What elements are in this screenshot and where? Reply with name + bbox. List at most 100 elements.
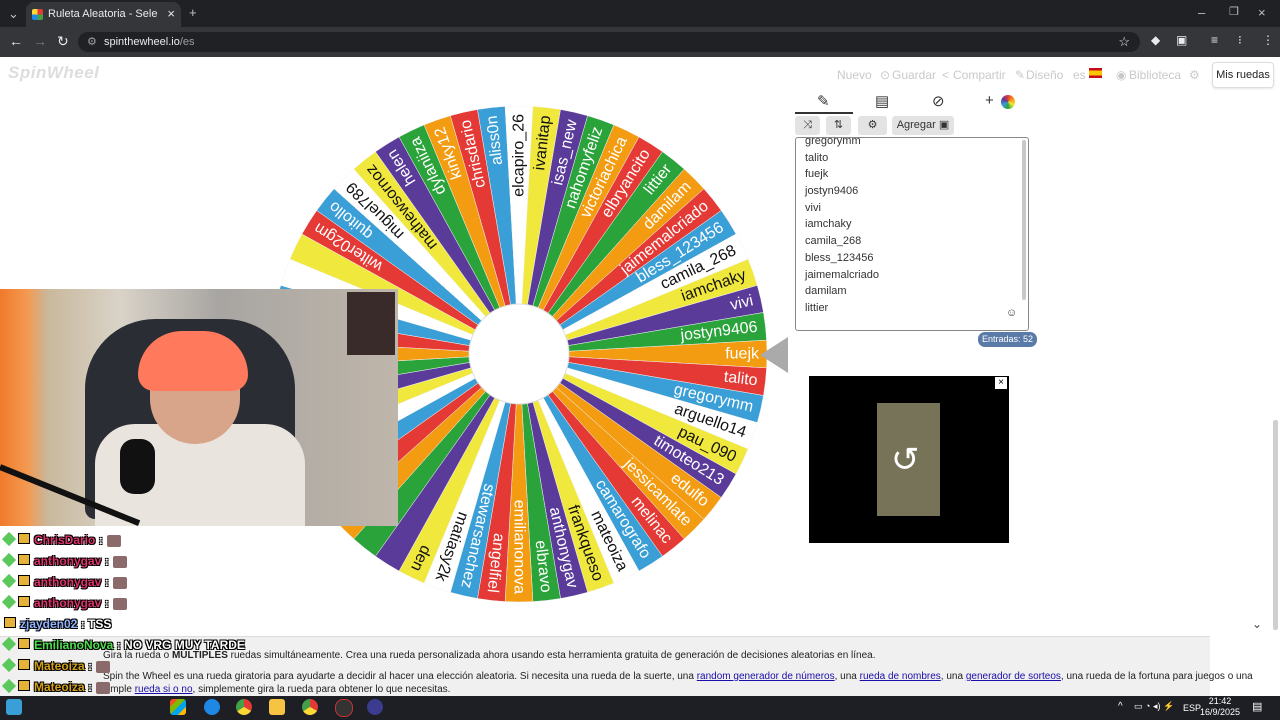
entry-settings-icon[interactable]: ⚙ — [858, 116, 887, 135]
design-icon[interactable]: ✎ — [1015, 68, 1025, 82]
wheel-segment-label: elcapiro_26 — [511, 114, 528, 197]
obs-icon[interactable] — [335, 699, 353, 717]
entry-line[interactable]: damilam — [805, 283, 879, 300]
color-wheel-icon[interactable] — [1001, 95, 1015, 109]
chrome-icon[interactable] — [236, 699, 252, 715]
add-plus-icon[interactable]: + — [985, 92, 994, 109]
chat-username: ChrisDario — [34, 533, 96, 547]
nav-language[interactable]: es — [1073, 68, 1086, 82]
chat-message: ChrisDario : — [1, 531, 121, 547]
entry-line[interactable]: vivi — [805, 200, 879, 217]
sort-icon[interactable]: ⇅ — [826, 116, 851, 135]
reading-list-icon[interactable]: ≡ — [1211, 33, 1218, 47]
clipboard-icon[interactable]: ▤ — [875, 92, 889, 110]
edge-icon[interactable] — [204, 699, 220, 715]
settings-gear-icon[interactable]: ⚙ — [1189, 68, 1200, 82]
entry-line[interactable]: talito — [805, 150, 879, 167]
chevron-down-icon[interactable]: ⌄ — [1252, 617, 1262, 631]
nav-design[interactable]: Diseño — [1026, 68, 1063, 82]
my-wheels-button[interactable]: Mis ruedas — [1212, 62, 1274, 88]
close-tab-icon[interactable]: × — [167, 6, 175, 21]
keyboard-language[interactable]: ESP — [1183, 703, 1201, 713]
chat-text: : — [88, 680, 93, 694]
chat-emote-icon — [106, 534, 121, 547]
chat-badge-icon — [18, 680, 30, 691]
replay-icon[interactable]: ↺ — [891, 440, 920, 480]
active-tab-indicator — [795, 112, 853, 114]
windows-start-icon[interactable] — [170, 699, 186, 715]
notifications-icon[interactable]: ▤ — [1252, 700, 1262, 713]
shuffle-icon[interactable]: ⤨ — [795, 116, 820, 135]
site-info-icon[interactable]: ⚙ — [87, 35, 97, 48]
link-name-wheel[interactable]: rueda de nombres — [860, 671, 941, 682]
bookmark-star-icon[interactable]: ☆ — [1118, 34, 1130, 50]
page-scrollbar[interactable] — [1273, 420, 1278, 630]
entry-line[interactable]: jostyn9406 — [805, 183, 879, 200]
reload-icon[interactable]: ↻ — [57, 33, 69, 50]
tray-arrow-icon[interactable]: ^ — [1118, 701, 1123, 712]
site-logo[interactable]: SpinWheel — [8, 63, 99, 83]
puzzle-icon[interactable]: ▣ — [1176, 33, 1187, 47]
entry-line[interactable]: fuejk — [805, 166, 879, 183]
tray-icons[interactable]: ▭ ◔ ◂) ⚡ — [1134, 701, 1174, 712]
chat-username: Mateoiza — [34, 659, 85, 673]
add-image-button[interactable]: Agregar ▣ — [892, 116, 954, 135]
app-icon[interactable] — [367, 699, 383, 715]
chat-badge-icon — [1, 657, 17, 673]
chat-badge-icon — [1, 573, 17, 589]
link-yes-no-wheel[interactable]: rueda si o no — [135, 684, 193, 695]
wheel-pointer-icon — [760, 337, 788, 373]
nav-new[interactable]: Nuevo — [837, 68, 872, 82]
file-explorer-icon[interactable] — [269, 699, 285, 715]
chat-badge-icon — [1, 594, 17, 610]
wheel-segment-label: fuejk — [725, 346, 760, 363]
link-random-number-generator[interactable]: random generador de números — [697, 671, 835, 682]
forward-icon[interactable]: → — [33, 33, 47, 49]
entry-line[interactable]: bless_123456 — [805, 250, 879, 267]
entry-line[interactable]: jaimemalcriado — [805, 267, 879, 284]
emoji-icon[interactable]: ☺ — [1006, 307, 1017, 319]
chat-badge-icon — [18, 533, 30, 544]
save-icon[interactable]: ⊙ — [880, 68, 890, 82]
link-raffle-generator[interactable]: generador de sorteos — [966, 671, 1061, 682]
nav-save[interactable]: Guardar — [892, 68, 936, 82]
back-icon[interactable]: ← — [9, 33, 23, 49]
chat-text: : — [98, 533, 103, 547]
entry-line[interactable]: gregorymm — [805, 138, 879, 150]
browser-tab[interactable]: Ruleta Aleatoria - Selector Perso × — [26, 2, 181, 27]
chat-username: Mateoiza — [34, 680, 85, 694]
extension-icon[interactable]: ◆ — [1151, 33, 1160, 47]
share-icon[interactable]: < — [942, 68, 949, 82]
chat-badge-icon — [18, 554, 30, 565]
chrome-active-icon[interactable] — [302, 699, 318, 715]
edit-pencil-icon[interactable]: ✎ — [817, 92, 830, 110]
chat-emote-icon — [96, 660, 111, 673]
entry-line[interactable]: littier — [805, 300, 879, 317]
desc-text: , una rueda de la fortuna para juegos o … — [1060, 671, 1253, 682]
chat-message: Mateoiza : — [1, 678, 111, 694]
restore-icon[interactable]: ❐ — [1229, 5, 1239, 18]
new-tab-icon[interactable]: + — [189, 5, 197, 20]
ad-video[interactable]: ↺ × — [809, 376, 1009, 543]
hide-eye-icon[interactable]: ⊘ — [932, 92, 945, 110]
entry-tabs: ✎ ▤ ⊘ + — [795, 92, 1025, 112]
ad-close-icon[interactable]: × — [995, 377, 1007, 389]
start-icon[interactable] — [6, 699, 22, 715]
entry-line[interactable]: camila_268 — [805, 233, 879, 250]
menu-icon[interactable]: ⋮ — [1262, 33, 1274, 47]
close-window-icon[interactable]: × — [1258, 5, 1266, 20]
tab-search-icon[interactable]: ⌄ — [8, 6, 19, 22]
nav-library[interactable]: Biblioteca — [1129, 68, 1181, 82]
chat-badge-icon — [18, 638, 30, 649]
entries-scrollbar[interactable] — [1022, 140, 1026, 300]
entries-textarea[interactable]: gregorymm talito fuejk jostyn9406 vivi iamcha… — [795, 137, 1029, 331]
globe-icon[interactable]: ◉ — [1116, 68, 1126, 82]
taskbar-clock[interactable]: 21:42 16/9/2025 — [1200, 696, 1240, 718]
wheel-center-hub[interactable] — [468, 303, 570, 405]
nav-share[interactable]: Compartir — [953, 68, 1006, 82]
profile-icon[interactable]: ⁝ — [1238, 33, 1242, 47]
entry-line[interactable]: iamchaky — [805, 216, 879, 233]
chat-badge-icon — [1, 678, 17, 694]
minimize-icon[interactable]: – — [1198, 5, 1205, 20]
url-field[interactable]: ⚙ spinthewheel.io/es ☆ — [78, 32, 1140, 52]
